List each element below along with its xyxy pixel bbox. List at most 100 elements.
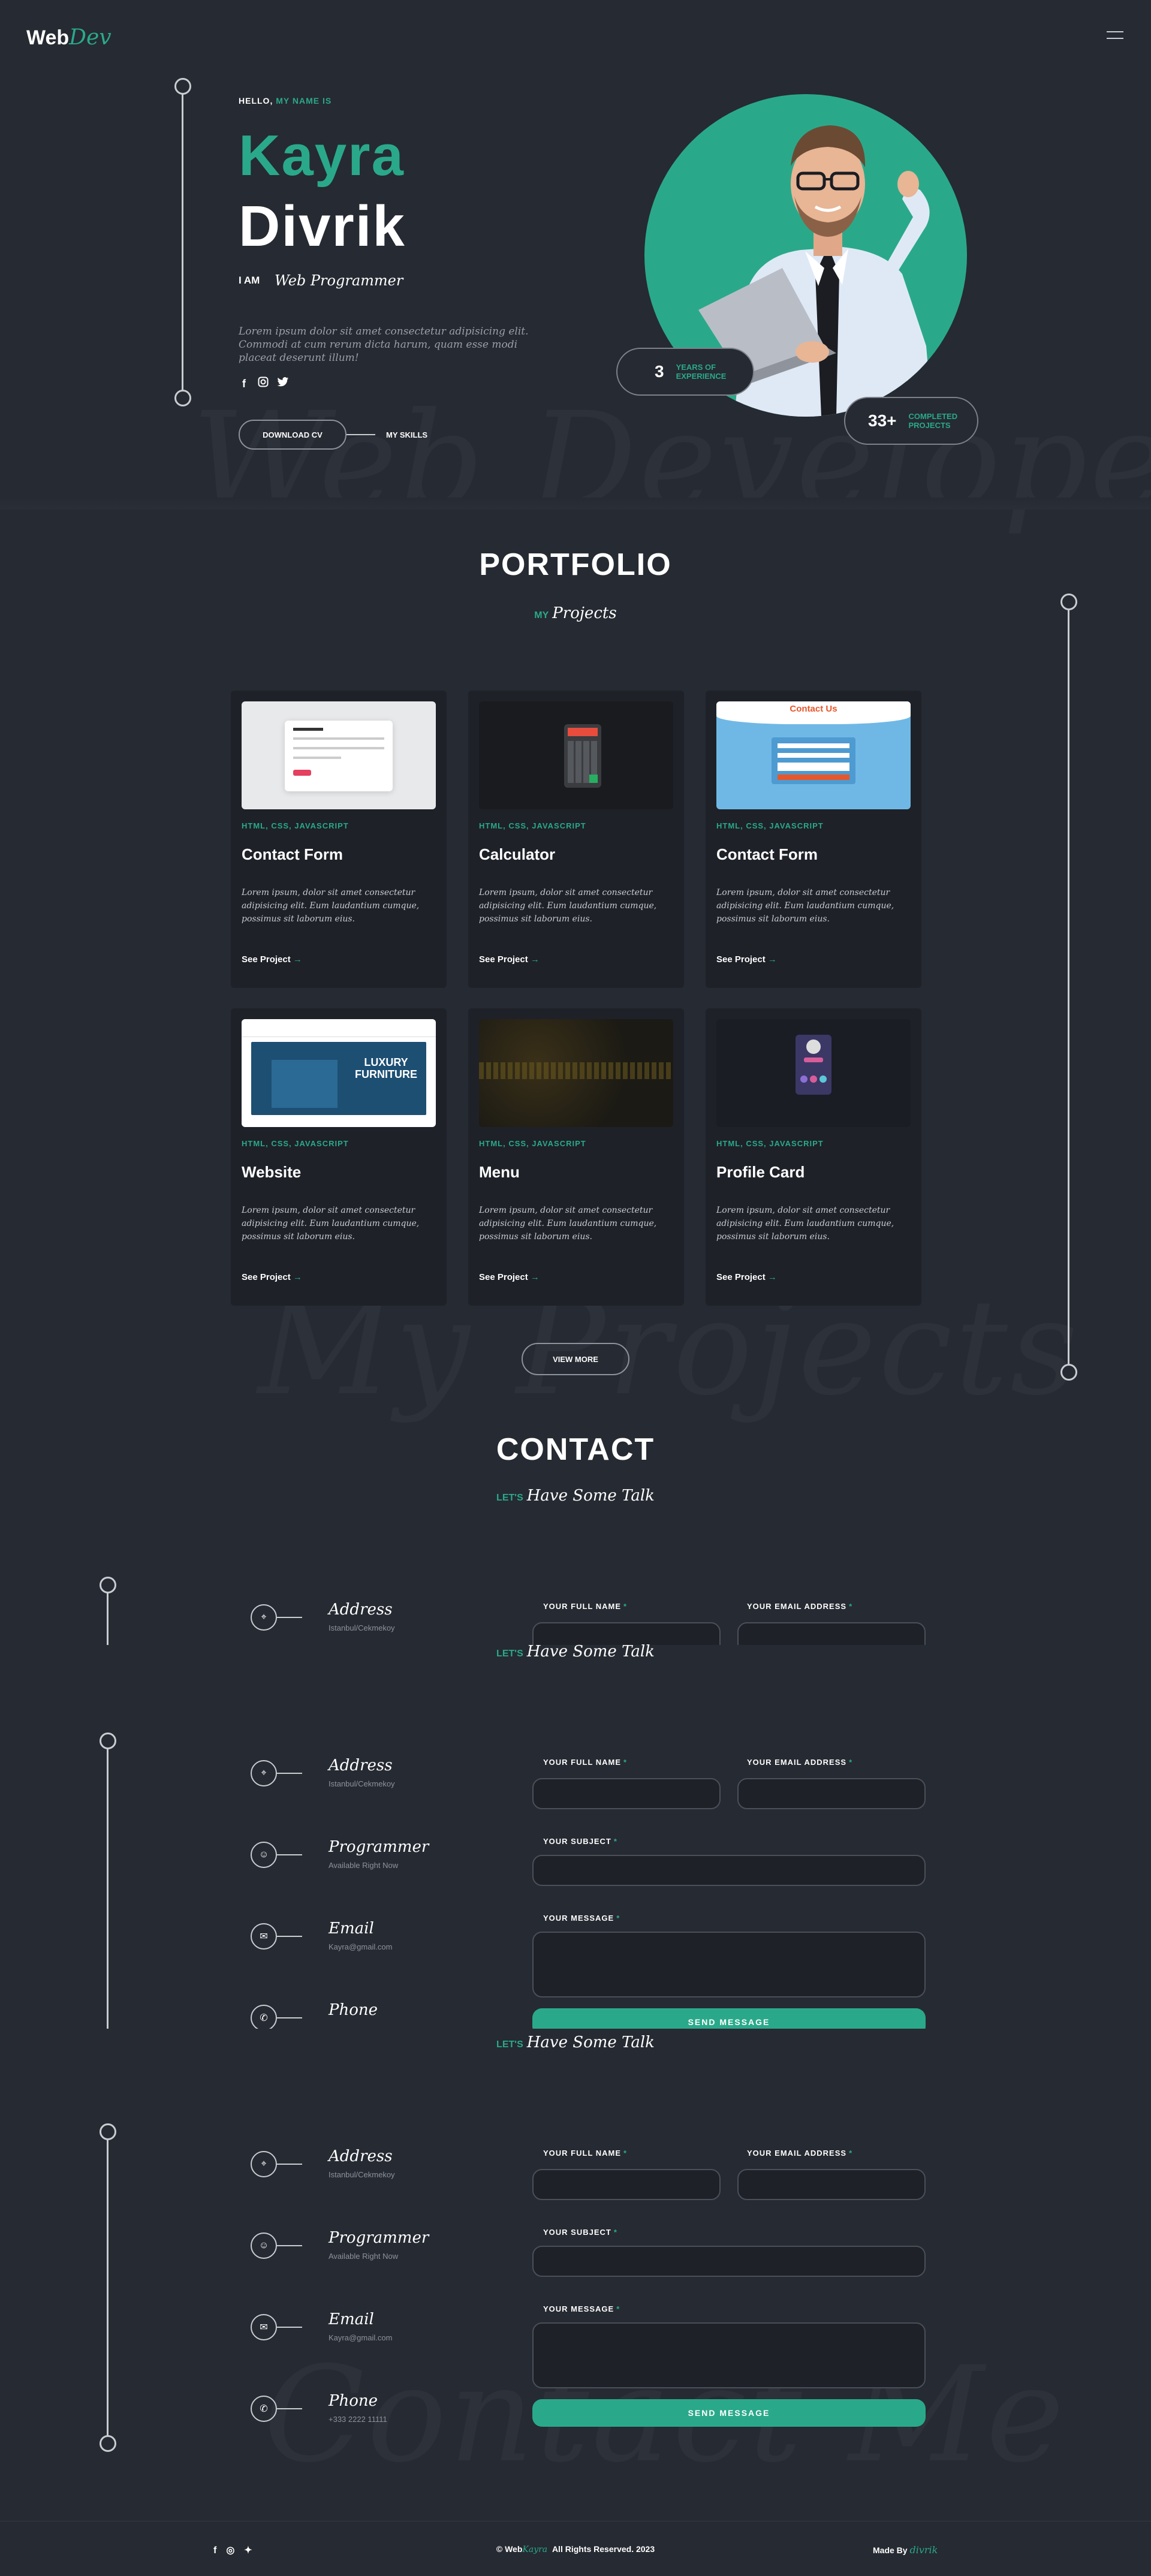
project-title: Contact Form (716, 845, 818, 863)
project-card[interactable]: HTML, CSS, JAVASCRIPT Profile Card Lorem… (706, 1008, 921, 1306)
portfolio-timeline-bottom-dot (1060, 1364, 1077, 1381)
programmer-title: Programmer (329, 1838, 429, 1856)
contact-subtitle: LET'S Have Some Talk (496, 1487, 655, 1505)
footer: f ◎ ✦ © WebKayra All Rights Reserved. 2023… (0, 2521, 1151, 2576)
message-field[interactable] (532, 2322, 926, 2388)
contact-block-partial-1: ⌖ Address Istanbul/Cekmekoy YOUR FULL NA… (0, 1541, 1151, 1645)
portfolio-title: PORTFOLIO (479, 547, 672, 582)
email-field[interactable] (737, 1622, 926, 1645)
facebook-icon[interactable]: f (239, 378, 249, 390)
phone-icon: ✆ (251, 2005, 277, 2029)
user-icon: ☺ (251, 2232, 277, 2259)
portfolio-timeline-top-dot (1060, 593, 1077, 610)
address-value: Istanbul/Cekmekoy (329, 1623, 395, 1632)
email-field[interactable] (737, 1778, 926, 1809)
hello-label: HELLO, MY NAME IS (239, 96, 332, 106)
hero-timeline-bottom-dot (174, 390, 191, 406)
project-description: Lorem ipsum, dolor sit amet consectetur … (716, 1206, 894, 1242)
project-thumbnail: LUXURY FURNITURE (242, 1019, 436, 1127)
experience-label: YEARS OF EXPERIENCE (676, 363, 727, 381)
send-message-button[interactable]: SEND MESSAGE (532, 2399, 926, 2427)
copyright: © WebKayra All Rights Reserved. 2023 (496, 2544, 655, 2554)
contact-timeline-bottom-dot (100, 2435, 116, 2452)
i-am-label: I AM (239, 275, 260, 286)
made-by: Made By divrik (873, 2544, 938, 2556)
send-message-button[interactable]: SEND MESSAGE (532, 2008, 926, 2029)
name-field[interactable] (532, 1778, 721, 1809)
mail-icon: ✉ (251, 1923, 277, 1950)
email-value: Kayra@gmail.com (329, 2333, 393, 2342)
hamburger-menu-icon[interactable] (1107, 31, 1123, 44)
email-value: Kayra@gmail.com (329, 1942, 393, 1951)
see-project-link[interactable]: See Project → (242, 1272, 302, 1282)
arrow-right-icon: → (530, 1272, 540, 1282)
hero-social-links: f (239, 376, 296, 390)
phone-title: Phone (329, 2001, 378, 2019)
subject-label: YOUR SUBJECT * (543, 2228, 617, 2237)
email-title: Email (329, 2310, 374, 2328)
project-tags: HTML, CSS, JAVASCRIPT (716, 1139, 824, 1148)
project-card[interactable]: HTML, CSS, JAVASCRIPT Contact Form Lorem… (231, 691, 447, 988)
address-title: Address (329, 1756, 393, 1774)
name-field[interactable] (532, 2169, 721, 2200)
contact-block: ⌖ Address Istanbul/Cekmekoy ☺ Programmer… (0, 2087, 1151, 2452)
project-card[interactable]: HTML, CSS, JAVASCRIPT Menu Lorem ipsum, … (468, 1008, 684, 1306)
logo[interactable]: WebDev (26, 25, 112, 50)
see-project-link[interactable]: See Project → (479, 1272, 540, 1282)
message-field[interactable] (532, 1932, 926, 1997)
mail-icon: ✉ (251, 2314, 277, 2340)
my-skills-link[interactable]: MY SKILLS (386, 430, 427, 439)
address-title: Address (329, 2147, 393, 2165)
arrow-right-icon: → (293, 954, 302, 965)
project-thumbnail: Contact Us (716, 701, 911, 809)
hero-timeline-top-dot (174, 78, 191, 95)
project-card[interactable]: HTML, CSS, JAVASCRIPT Calculator Lorem i… (468, 691, 684, 988)
project-title: Website (242, 1163, 302, 1181)
project-description: Lorem ipsum, dolor sit amet consectetur … (242, 1206, 420, 1242)
email-label: YOUR EMAIL ADDRESS * (747, 2149, 853, 2158)
view-more-button[interactable]: VIEW MORE (522, 1343, 629, 1375)
arrow-right-icon: → (293, 1272, 302, 1282)
email-title: Email (329, 1920, 374, 1938)
programmer-title: Programmer (329, 2229, 429, 2247)
email-field[interactable] (737, 2169, 926, 2200)
name-field[interactable] (532, 1622, 721, 1645)
message-label: YOUR MESSAGE * (543, 2304, 620, 2313)
project-card[interactable]: LUXURY FURNITURE HTML, CSS, JAVASCRIPT W… (231, 1008, 447, 1306)
location-icon: ⌖ (251, 1760, 277, 1786)
projects-value: 33+ (868, 411, 897, 430)
see-project-link[interactable]: See Project → (716, 1272, 777, 1282)
subject-field[interactable] (532, 2246, 926, 2277)
projects-label: COMPLETED PROJECTS (908, 412, 958, 430)
subject-field[interactable] (532, 1855, 926, 1886)
logo-accent: Dev (69, 25, 112, 50)
contact-subtitle-repeat: LET'S Have Some Talk (496, 2033, 655, 2051)
name-label: YOUR FULL NAME * (543, 1758, 628, 1767)
project-thumbnail (479, 1019, 673, 1127)
download-cv-button[interactable]: DOWNLOAD CV (239, 420, 346, 450)
thumbnail-heading: LUXURY FURNITURE (355, 1056, 417, 1080)
logo-main: Web (26, 26, 70, 49)
project-title: Menu (479, 1163, 520, 1181)
thumbnail-heading: Contact Us (790, 704, 837, 714)
instagram-icon[interactable] (258, 376, 269, 388)
phone-title: Phone (329, 2392, 378, 2410)
see-project-link[interactable]: See Project → (479, 954, 540, 965)
see-project-link[interactable]: See Project → (242, 954, 302, 965)
arrow-right-icon: → (530, 954, 540, 965)
phone-value: +333 2222 11111 (329, 2415, 387, 2424)
twitter-icon[interactable] (277, 376, 288, 388)
project-tags: HTML, CSS, JAVASCRIPT (242, 1139, 349, 1148)
project-tags: HTML, CSS, JAVASCRIPT (242, 821, 349, 830)
hero-description: Lorem ipsum dolor sit amet consectetur a… (239, 326, 529, 364)
contact-subtitle-repeat: LET'S Have Some Talk (496, 1643, 655, 1661)
hero-watermark: Web Developer (192, 384, 1151, 537)
project-title: Profile Card (716, 1163, 805, 1181)
project-title: Calculator (479, 845, 556, 863)
project-card[interactable]: Contact Us HTML, CSS, JAVASCRIPT Contact… (706, 691, 921, 988)
address-title: Address (329, 1601, 393, 1619)
project-description: Lorem ipsum, dolor sit amet consectetur … (242, 888, 420, 924)
first-name: Kayra (239, 123, 405, 188)
programmer-value: Available Right Now (329, 1861, 399, 1870)
see-project-link[interactable]: See Project → (716, 954, 777, 965)
